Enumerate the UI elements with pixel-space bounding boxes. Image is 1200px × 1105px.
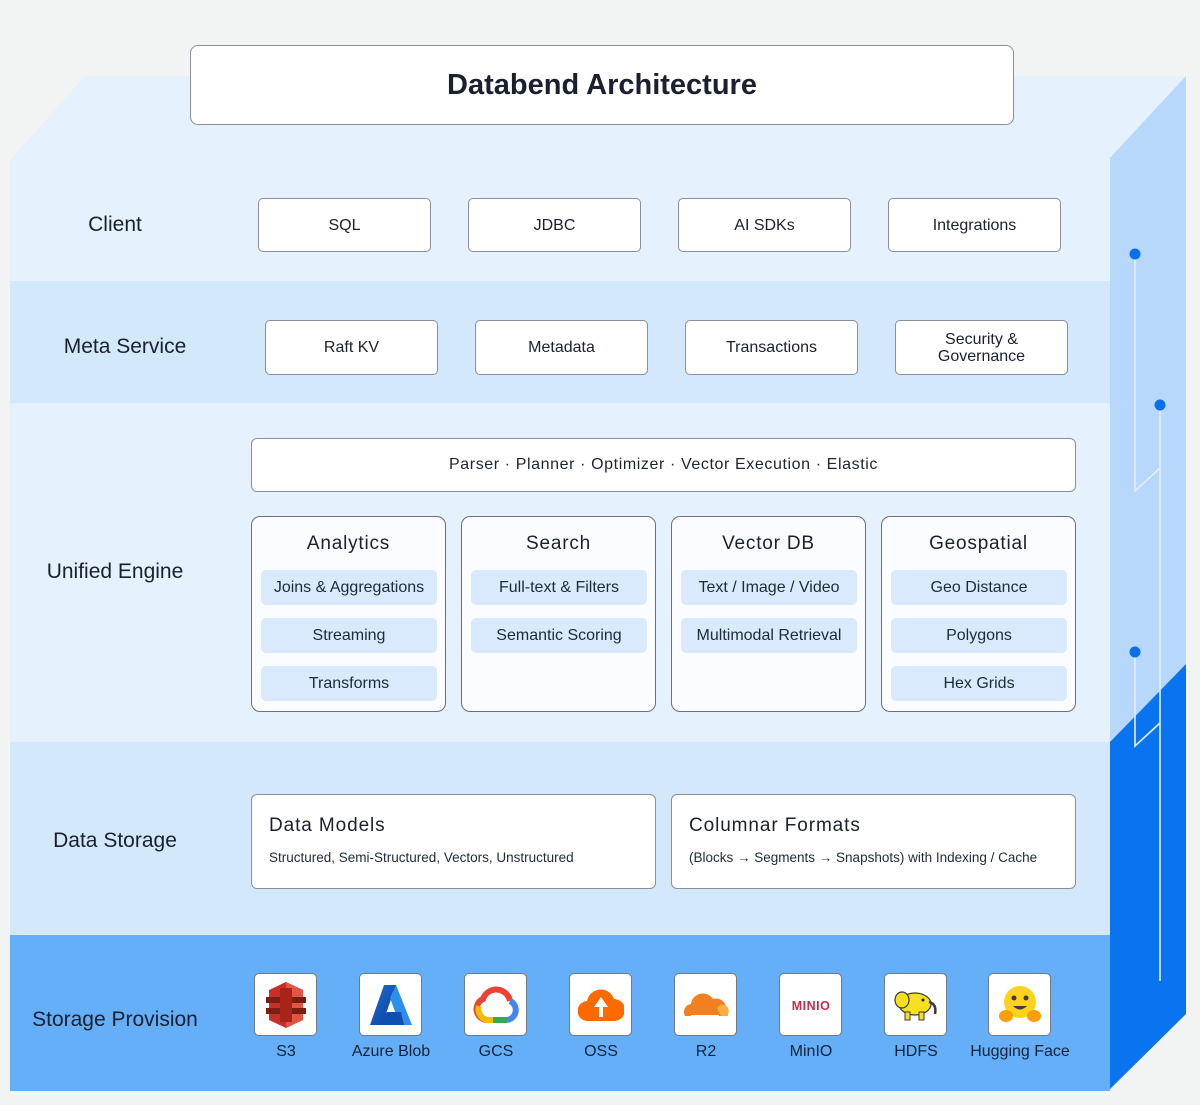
storage-box-desc: Structured, Semi-Structured, Vectors, Un… xyxy=(269,850,574,865)
diagram-title: Databend Architecture xyxy=(190,45,1014,125)
module-chip: Transforms xyxy=(261,666,437,701)
module-chip: Text / Image / Video xyxy=(681,570,857,605)
provider-label: GCS xyxy=(478,1043,514,1060)
aws-s3-icon xyxy=(254,973,317,1036)
module-chip: Semantic Scoring xyxy=(471,618,647,653)
storage-box-title: Data Models xyxy=(269,815,386,836)
storage-box-title: Columnar Formats xyxy=(689,815,861,836)
meta-item-raft-kv: Raft KV xyxy=(265,320,438,375)
module-chip: Joins & Aggregations xyxy=(261,570,437,605)
storage-box-desc: (Blocks → Segments → Snapshots) with Ind… xyxy=(689,850,1038,865)
meta-item-transactions: Transactions xyxy=(685,320,858,375)
module-chip: Multimodal Retrieval xyxy=(681,618,857,653)
provider-label: Hugging Face xyxy=(970,1043,1070,1060)
architecture-box-side xyxy=(1108,76,1186,1091)
storage-provision-label: Storage Provision xyxy=(32,1008,198,1031)
hadoop-elephant-icon xyxy=(884,973,947,1036)
provider-label: R2 xyxy=(695,1043,717,1060)
data-storage-label: Data Storage xyxy=(53,829,177,852)
azure-icon xyxy=(359,973,422,1036)
client-label: Client xyxy=(88,213,142,236)
provider-label: MinIO xyxy=(789,1043,833,1060)
alibaba-oss-icon xyxy=(569,973,632,1036)
columnar-formats-box: Columnar Formats (Blocks → Segments → Sn… xyxy=(671,794,1076,889)
module-chip: Polygons xyxy=(891,618,1067,653)
provider-label: S3 xyxy=(276,1043,296,1060)
minio-icon: MINIO xyxy=(779,973,842,1036)
module-title: Analytics xyxy=(306,533,391,554)
hugging-face-icon xyxy=(988,973,1051,1036)
provider-label: OSS xyxy=(584,1043,618,1060)
module-chip: Streaming xyxy=(261,618,437,653)
unified-engine-label: Unified Engine xyxy=(46,560,184,583)
module-chip: Hex Grids xyxy=(891,666,1067,701)
client-item-sql: SQL xyxy=(258,198,431,252)
meta-item-security-governance: Security & Governance xyxy=(895,320,1068,375)
module-vector-db: Vector DB Text / Image / Video Multimoda… xyxy=(671,516,866,712)
provider-label: Azure Blob xyxy=(351,1043,431,1060)
cloudflare-icon xyxy=(674,973,737,1036)
google-cloud-icon xyxy=(464,973,527,1036)
provider-label: HDFS xyxy=(894,1043,938,1060)
module-title: Vector DB xyxy=(722,533,815,554)
module-chip: Geo Distance xyxy=(891,570,1067,605)
module-title: Geospatial xyxy=(929,533,1028,554)
client-item-integrations: Integrations xyxy=(888,198,1061,252)
module-chip: Full-text & Filters xyxy=(471,570,647,605)
data-models-box: Data Models Structured, Semi-Structured,… xyxy=(251,794,656,889)
module-geospatial: Geospatial Geo Distance Polygons Hex Gri… xyxy=(881,516,1076,712)
meta-item-metadata: Metadata xyxy=(475,320,648,375)
engine-pipeline-bar: Parser · Planner · Optimizer · Vector Ex… xyxy=(251,438,1076,492)
client-item-jdbc: JDBC xyxy=(468,198,641,252)
module-title: Search xyxy=(525,533,591,554)
minio-logo-text: MINIO xyxy=(791,999,830,1013)
client-item-ai-sdks: AI SDKs xyxy=(678,198,851,252)
meta-service-label: Meta Service xyxy=(63,335,187,358)
module-analytics: Analytics Joins & Aggregations Streaming… xyxy=(251,516,446,712)
module-search: Search Full-text & Filters Semantic Scor… xyxy=(461,516,656,712)
